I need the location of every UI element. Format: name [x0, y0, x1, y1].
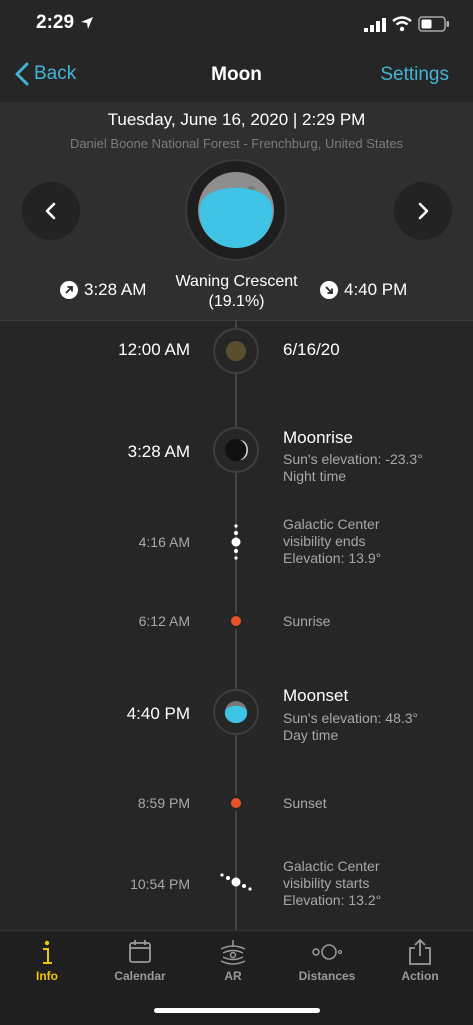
- event-detail: Day time: [283, 727, 339, 743]
- info-icon: [43, 940, 52, 964]
- navigation-bar: Back Moon Settings: [0, 50, 473, 102]
- wifi-icon: [392, 16, 412, 32]
- tab-label: AR: [224, 969, 242, 983]
- event-title: Sunset: [283, 795, 327, 811]
- status-time: 2:29: [36, 12, 75, 33]
- set-arrow-icon: [320, 281, 338, 299]
- cellular-signal-icon: [364, 18, 386, 32]
- tab-label: Info: [36, 969, 58, 983]
- event-title: Moonrise: [283, 428, 353, 447]
- timeline-event-sunset: 8:59 PM Sunset: [0, 792, 473, 816]
- moon-summary-header: Tuesday, June 16, 2020 | 2:29 PM Daniel …: [0, 102, 473, 321]
- event-time: 8:59 PM: [137, 795, 190, 811]
- tab-distances[interactable]: Distances: [280, 937, 374, 983]
- tab-calendar[interactable]: Calendar: [93, 937, 187, 983]
- tab-label: Calendar: [114, 969, 166, 983]
- timeline-event-moonset: 4:40 PM Moonset Sun's elevation: 48.3° D…: [0, 686, 473, 748]
- moonset-time-label: 4:40 PM: [344, 280, 408, 299]
- next-day-button[interactable]: [394, 182, 452, 240]
- chevron-left-icon: [45, 202, 56, 220]
- previous-day-button[interactable]: [22, 182, 80, 240]
- moonset-time: 4:40 PM: [320, 280, 407, 300]
- sun-dot-icon: [231, 798, 241, 808]
- event-time: 4:40 PM: [126, 704, 190, 723]
- galactic-center-icon: [220, 873, 252, 891]
- moon-crescent-icon: [213, 427, 259, 473]
- event-title: Galactic Center: [283, 516, 380, 532]
- tab-label: Distances: [298, 969, 356, 983]
- tab-action[interactable]: Action: [373, 937, 467, 983]
- events-timeline[interactable]: 12:00 AM 6/16/20 3:28 AM Moonrise Sun's …: [0, 320, 473, 930]
- home-indicator[interactable]: [154, 1008, 320, 1013]
- ar-view-icon: [220, 940, 246, 965]
- event-title: Moonset: [283, 686, 349, 705]
- timeline-event-galactic-end: 4:16 AM Galactic Center visibility ends …: [0, 516, 473, 570]
- share-icon: [409, 938, 431, 965]
- event-title: Galactic Center: [283, 858, 380, 874]
- moon-phase-icon: [198, 172, 274, 248]
- event-detail: visibility ends: [283, 533, 366, 549]
- event-title: Sunrise: [283, 613, 331, 629]
- moon-new-icon: [213, 328, 259, 374]
- timeline-event-sunrise: 6:12 AM Sunrise: [0, 610, 473, 634]
- location-label: Daniel Boone National Forest - Frenchbur…: [69, 136, 404, 151]
- event-time: 4:16 AM: [138, 534, 190, 550]
- moon-phase-image: [185, 159, 287, 261]
- sun-dot-icon: [231, 616, 241, 626]
- event-detail: Sun's elevation: 48.3°: [283, 710, 419, 726]
- event-detail: Elevation: 13.9°: [283, 550, 382, 566]
- settings-button[interactable]: Settings: [380, 64, 449, 86]
- moon-lit-icon: [213, 689, 259, 735]
- tab-ar[interactable]: AR: [186, 937, 280, 983]
- event-detail: Elevation: 13.2°: [283, 892, 382, 908]
- event-time: 6:12 AM: [138, 613, 190, 629]
- event-time: 3:28 AM: [127, 442, 190, 461]
- timeline-event-galactic-start: 10:54 PM Galactic Center visibility star…: [0, 858, 473, 912]
- distances-icon: [312, 944, 343, 960]
- event-detail: Night time: [283, 468, 347, 484]
- tab-label: Action: [401, 969, 439, 983]
- location-arrow-icon: [81, 17, 93, 29]
- event-time: 10:54 PM: [130, 876, 190, 892]
- event-time: 12:00 AM: [118, 340, 190, 359]
- status-bar: 2:29: [0, 0, 473, 50]
- battery-icon: [418, 16, 449, 32]
- event-detail: Sun's elevation: -23.3°: [283, 451, 423, 467]
- date-time-label: Tuesday, June 16, 2020 | 2:29 PM: [107, 110, 366, 129]
- galactic-center-icon: [231, 524, 241, 560]
- event-detail: visibility starts: [283, 875, 370, 891]
- chevron-right-icon: [418, 202, 429, 220]
- timeline-event-date: 12:00 AM 6/16/20: [0, 324, 473, 374]
- calendar-icon: [129, 940, 151, 963]
- tab-info[interactable]: Info: [0, 937, 94, 983]
- event-title: 6/16/20: [283, 340, 340, 359]
- timeline-event-moonrise: 3:28 AM Moonrise Sun's elevation: -23.3°…: [0, 426, 473, 486]
